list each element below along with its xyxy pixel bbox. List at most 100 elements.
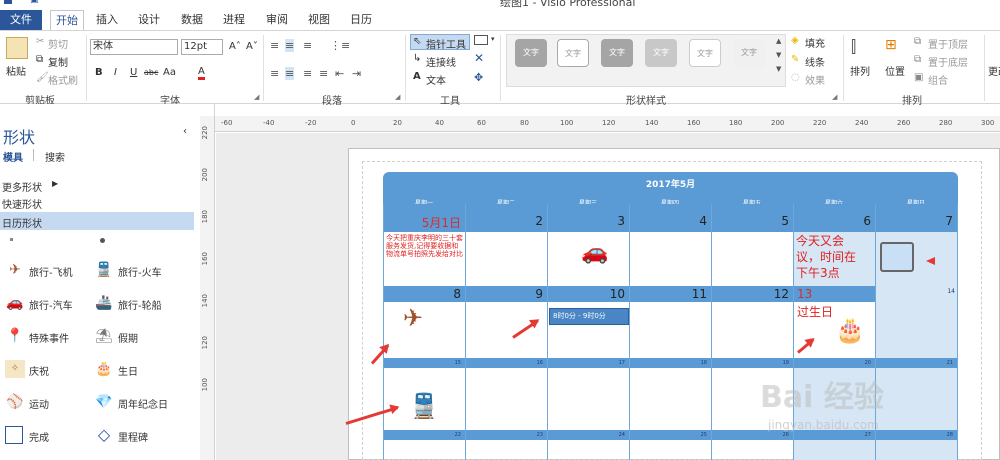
justify-icon[interactable]: ≡ [319, 67, 328, 80]
send-to-back-button[interactable]: 置于底层 [928, 54, 968, 69]
group-separator [500, 35, 501, 101]
group-separator [86, 35, 87, 101]
align-top-icon[interactable]: ≡ [270, 39, 279, 52]
collapse-pane-icon[interactable]: ‹ [183, 126, 187, 137]
paste-icon[interactable] [6, 37, 28, 59]
chevron-right-icon[interactable]: ▶ [52, 179, 58, 188]
tab-stencils[interactable]: 模具 [3, 149, 23, 164]
paste-button[interactable]: 粘贴 [6, 63, 26, 78]
car-icon[interactable]: 🚗 [581, 240, 608, 265]
day-number: 5 [781, 214, 789, 228]
shape-style-tile[interactable]: 文字 [557, 39, 589, 67]
font-dialog-launcher-icon[interactable]: ◢ [254, 93, 259, 101]
effects-button[interactable]: 效果 [805, 72, 825, 87]
shape-style-tile[interactable]: 文字 [645, 39, 677, 67]
day-number: 12 [773, 287, 789, 301]
shape-styles-dialog-launcher-icon[interactable]: ◢ [832, 93, 837, 101]
tab-data[interactable]: 数据 [175, 10, 209, 30]
tab-process[interactable]: 进程 [217, 10, 251, 30]
undo-icon[interactable]: ↶ [56, 0, 64, 5]
more-shapes-link[interactable]: 更多形状 [2, 179, 42, 194]
tab-home[interactable]: 开始 [50, 10, 84, 30]
tab-search[interactable]: 搜索 [45, 149, 65, 164]
text-tool-button[interactable]: 文本 [426, 72, 446, 87]
increase-indent-icon[interactable]: ⇥ [352, 67, 361, 80]
bullets-icon[interactable]: ⋮≡ [330, 39, 350, 52]
shape-style-tile[interactable]: 文字 [733, 39, 765, 67]
gallery-scroll-down-icon[interactable]: ▼ [776, 51, 781, 59]
tab-calendar[interactable]: 日历 [344, 10, 378, 30]
change-case-button[interactable]: Aa [163, 67, 176, 78]
ship-icon: 🚢 [95, 295, 113, 311]
tab-file[interactable]: 文件 [0, 10, 42, 30]
copy-button[interactable]: 复制 [48, 54, 68, 69]
group-icon: ▣ [914, 72, 924, 83]
stencil-label: 旅行-轮船 [118, 301, 162, 312]
rectangle-shape-icon[interactable] [474, 35, 488, 45]
stencil-label: 旅行-飞机 [29, 268, 73, 279]
grow-font-button[interactable]: A˄ [229, 41, 241, 52]
change-shape-button[interactable]: 更改 [988, 63, 1000, 78]
tab-review[interactable]: 审阅 [260, 10, 294, 30]
pushpin-icon: 📍 [6, 328, 24, 344]
title-bar: ▣ ↶ ↷ 绘图1 - Visio Professional [0, 0, 1000, 10]
tab-view[interactable]: 视图 [302, 10, 336, 30]
airplane-icon[interactable]: ✈ [403, 304, 423, 332]
connector-button[interactable]: 连接线 [426, 54, 456, 69]
underline-button[interactable]: U [130, 67, 137, 78]
font-name-select[interactable]: 宋体 [90, 39, 178, 55]
train-icon[interactable]: 🚆 [409, 392, 439, 420]
month-calendar[interactable]: 2017年5月 星期一 星期二 星期三 星期四 星期五 星期六 星期日 5月1日… [383, 172, 958, 460]
gallery-scroll-up-icon[interactable]: ▲ [776, 37, 781, 45]
stencil-label: 完成 [29, 433, 49, 444]
align-middle-icon[interactable]: ≡ [285, 39, 295, 52]
event-may-10[interactable]: 8时0分 - 9时0分 [549, 308, 629, 325]
paragraph-dialog-launcher-icon[interactable]: ◢ [395, 93, 400, 101]
format-painter-icon[interactable]: 🖌 [36, 72, 49, 83]
bold-button[interactable]: B [95, 67, 103, 78]
cut-button[interactable]: 剪切 [48, 36, 68, 51]
note-may-6[interactable]: 今天又会议，时间在下午3点 [796, 233, 858, 281]
quick-shapes-link[interactable]: 快速形状 [2, 196, 42, 211]
redo-icon[interactable]: ↷ [82, 0, 90, 5]
day-number: 16 [536, 360, 543, 366]
pointer-arrow-icon [926, 257, 935, 265]
copy-icon[interactable]: ⧉ [36, 54, 43, 65]
format-painter-button[interactable]: 格式刷 [48, 72, 78, 87]
line-button[interactable]: 线条 [805, 54, 825, 69]
strikethrough-button[interactable]: abc [144, 68, 158, 77]
group-button[interactable]: 组合 [928, 72, 948, 87]
align-right-icon[interactable]: ≡ [303, 67, 312, 80]
gallery-more-icon[interactable]: ▼ [776, 65, 781, 73]
shrink-font-button[interactable]: A˅ [246, 41, 258, 52]
bring-to-front-button[interactable]: 置于顶层 [928, 36, 968, 51]
day-number: 18 [700, 360, 707, 366]
ruler-tick-label: -20 [305, 119, 317, 127]
align-center-icon[interactable]: ≡ [285, 67, 295, 80]
decrease-indent-icon[interactable]: ⇤ [335, 67, 344, 80]
calendar-shapes-link[interactable]: 日历形状 [2, 215, 42, 230]
close-x-icon[interactable]: ✕ [474, 51, 484, 65]
stencil-label: 周年纪念日 [118, 400, 168, 411]
tab-design[interactable]: 设计 [132, 10, 166, 30]
dropdown-arrow-icon[interactable]: ▾ [491, 35, 495, 43]
shape-style-tile[interactable]: 文字 [689, 39, 721, 67]
align-left-icon[interactable]: ≡ [270, 67, 279, 80]
note-may-1[interactable]: 今天把重庆李明的三十套服务发货,记得要收据和物流单号拍照先发给对比 [386, 234, 464, 284]
cut-icon[interactable]: ✂ [36, 36, 44, 47]
shape-style-tile[interactable]: 文字 [601, 39, 633, 67]
day-number: 4 [699, 214, 707, 228]
birthday-cake-icon[interactable]: 🎂 [835, 316, 865, 344]
connection-point-icon[interactable]: ✥ [474, 71, 483, 84]
calendar-icon[interactable] [880, 242, 914, 272]
shape-style-tile[interactable]: 文字 [515, 39, 547, 67]
fill-button[interactable]: 填充 [805, 35, 825, 50]
align-bottom-icon[interactable]: ≡ [303, 39, 312, 52]
tab-insert[interactable]: 插入 [90, 10, 124, 30]
italic-button[interactable]: I [114, 67, 117, 78]
font-color-button[interactable]: A [198, 66, 205, 80]
save-icon[interactable]: ▣ [30, 0, 39, 5]
font-size-select[interactable]: 12pt [181, 39, 223, 55]
arrange-button[interactable]: 排列 [850, 63, 870, 78]
position-button[interactable]: 位置 [885, 63, 905, 78]
